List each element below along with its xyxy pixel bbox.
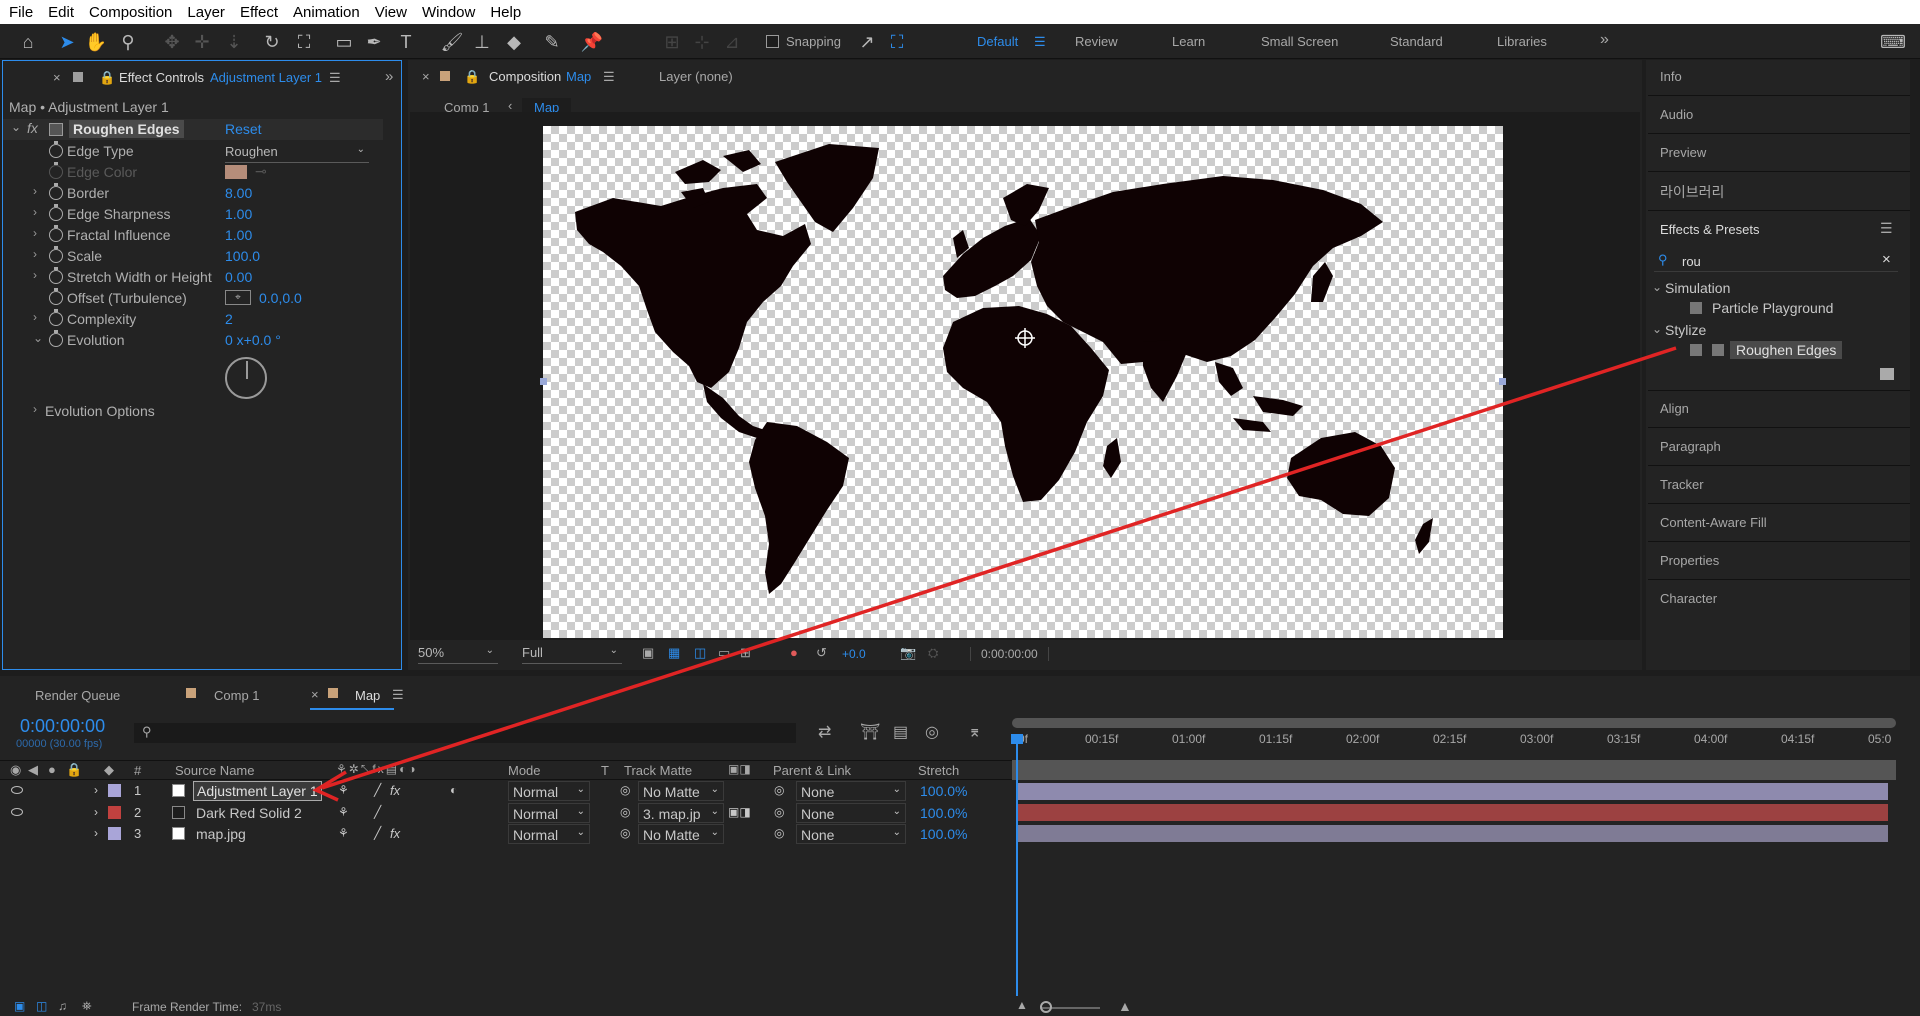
status-bar: ▣ ◫ ♫ ⛯ Frame Render Time: 37ms ▲ ▲ <box>0 998 1920 1016</box>
render-icon[interactable]: ♫ <box>58 999 67 1013</box>
person-icon[interactable]: ⛯ <box>82 999 92 1014</box>
zoom-out-icon[interactable]: ▲ <box>1016 998 1028 1012</box>
frame-render-time: 37ms <box>252 1000 282 1014</box>
zoom-in-icon[interactable]: ▲ <box>1118 998 1132 1014</box>
composition-icon[interactable]: ▣ <box>14 999 25 1013</box>
nest-icon[interactable]: ◫ <box>36 999 47 1013</box>
zoom-slider-thumb[interactable] <box>1040 1001 1052 1013</box>
frame-render-label: Frame Render Time: <box>132 1000 243 1014</box>
annotation-arrow <box>312 346 1677 802</box>
